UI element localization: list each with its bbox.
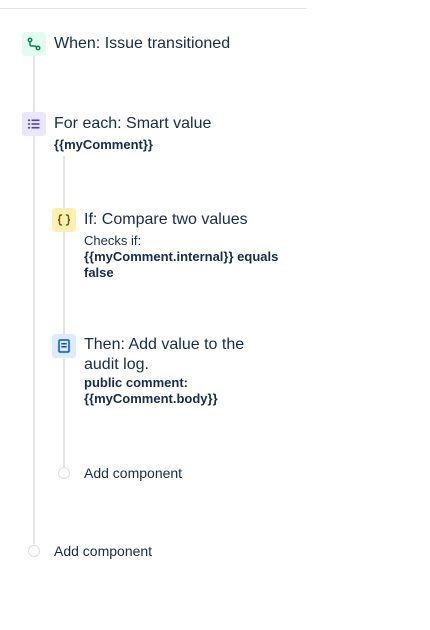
condition-label: Checks if:	[84, 233, 142, 248]
list-icon[interactable]	[22, 112, 46, 136]
transition-icon[interactable]	[22, 32, 46, 56]
action-title[interactable]: Then: Add value to the audit log.	[84, 335, 274, 375]
braces-icon[interactable]	[52, 208, 76, 232]
add-component-button[interactable]: Add component	[84, 464, 182, 482]
add-component-button[interactable]: Add component	[54, 542, 152, 560]
branch-smart-value: {{myComment}}	[54, 137, 153, 152]
condition-title[interactable]: If: Compare two values	[84, 210, 248, 230]
trigger-title[interactable]: When: Issue transitioned	[54, 34, 230, 54]
add-component-node[interactable]	[58, 467, 70, 479]
add-component-node[interactable]	[28, 545, 40, 557]
branch-title[interactable]: For each: Smart value	[54, 114, 211, 134]
divider	[0, 8, 307, 9]
automation-rule-canvas: When: Issue transitioned For each: Smart…	[0, 0, 430, 630]
condition-value: {{myComment.internal}} equals false	[84, 249, 279, 280]
document-icon[interactable]	[52, 334, 76, 358]
branch-flow-line	[63, 156, 65, 467]
action-value: public comment: {{myComment.body}}	[84, 375, 218, 406]
